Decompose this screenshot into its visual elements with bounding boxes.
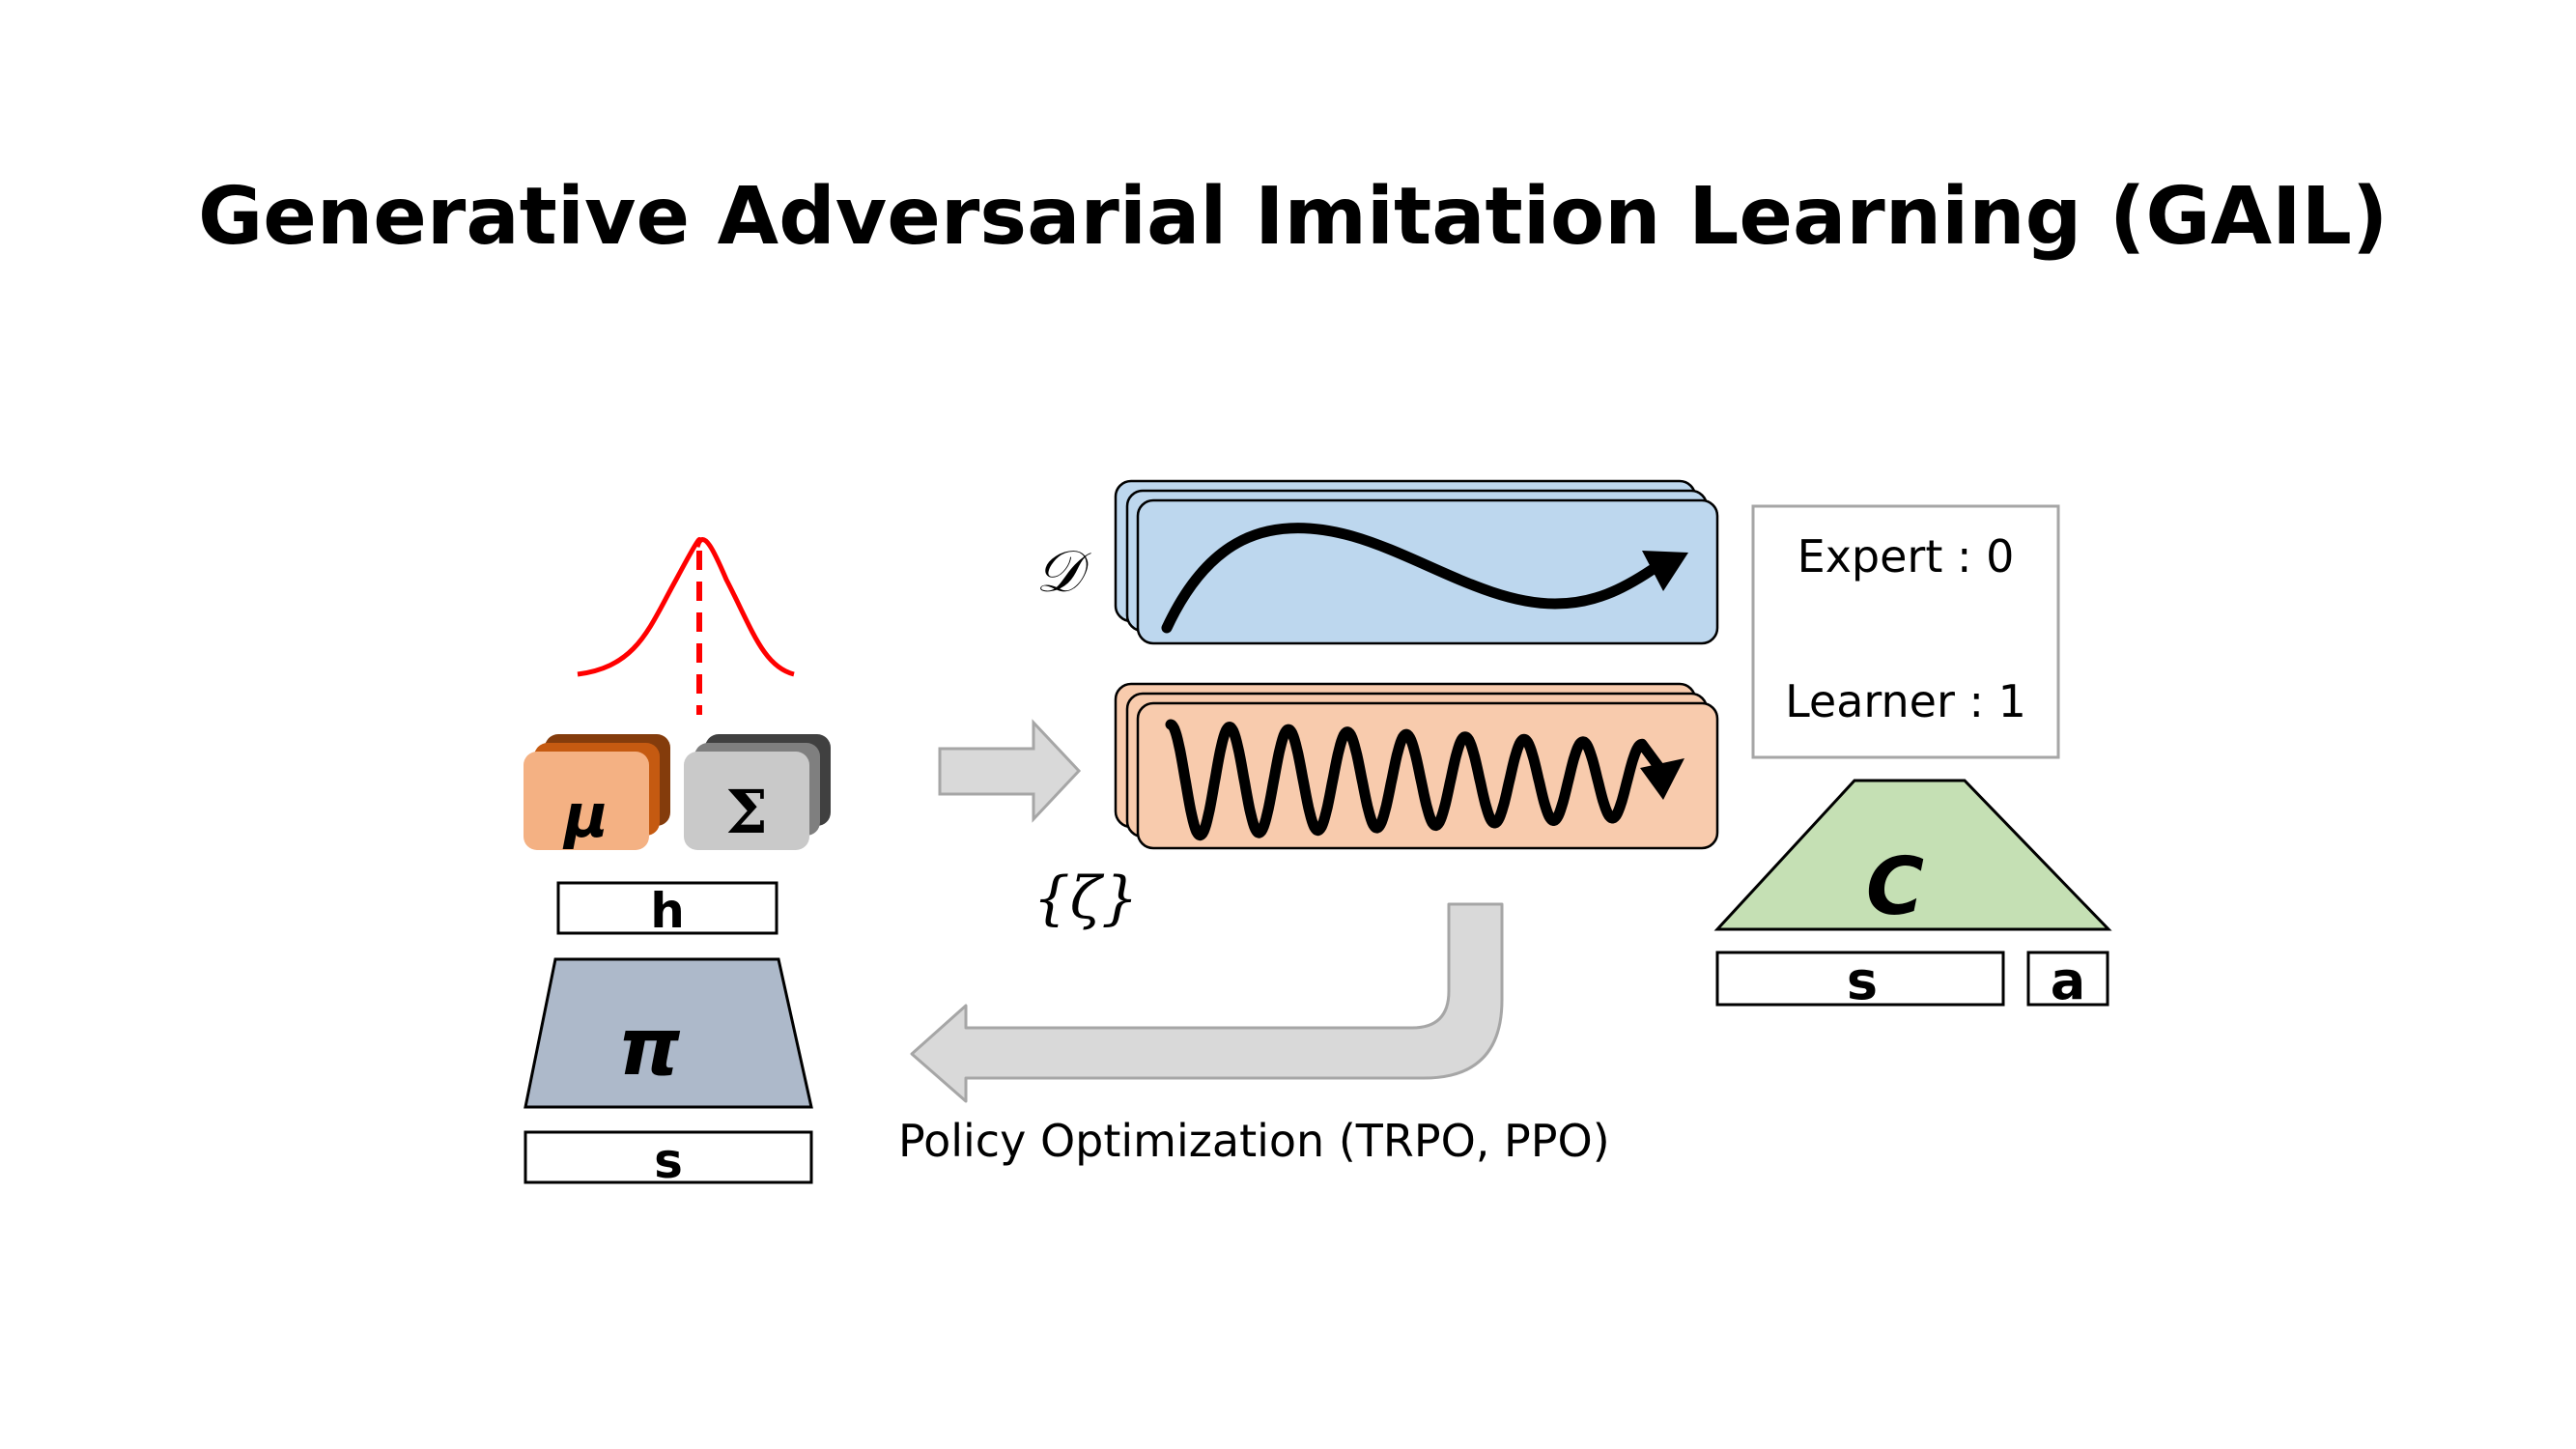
policy-optimization-arrow [910,902,1504,1103]
expert-trajectory-stack [1114,479,1719,645]
policy-pi-label: π [618,1002,681,1094]
mu-label: μ [562,781,609,851]
gaussian-distribution-icon [577,537,795,715]
rollout-arrow [938,719,1082,823]
slide-title: Generative Adversarial Imitation Learnin… [198,171,2388,263]
learner-trajectory-stack [1114,682,1719,850]
sigma-output-stack: Σ [684,734,831,850]
learner-label-text: Learner : 1 [1785,675,2026,727]
hidden-layer-label: h [650,883,685,939]
expert-dataset-label: 𝒟 [1035,538,1091,606]
gail-slide: Generative Adversarial Imitation Learnin… [198,171,2388,1189]
sigma-label: Σ [725,777,768,847]
policy-optimization-caption: Policy Optimization (TRPO, PPO) [898,1115,1610,1167]
discriminator-c-label: C [1866,841,1924,933]
policy-state-label: s [654,1133,683,1189]
learner-trajectories-label: {ζ} [1033,865,1139,932]
discriminator-action-label: a [2051,951,2085,1011]
mu-output-stack: μ [524,734,670,851]
discriminator-state-label: s [1847,951,1878,1011]
expert-label-text: Expert : 0 [1798,530,2015,582]
